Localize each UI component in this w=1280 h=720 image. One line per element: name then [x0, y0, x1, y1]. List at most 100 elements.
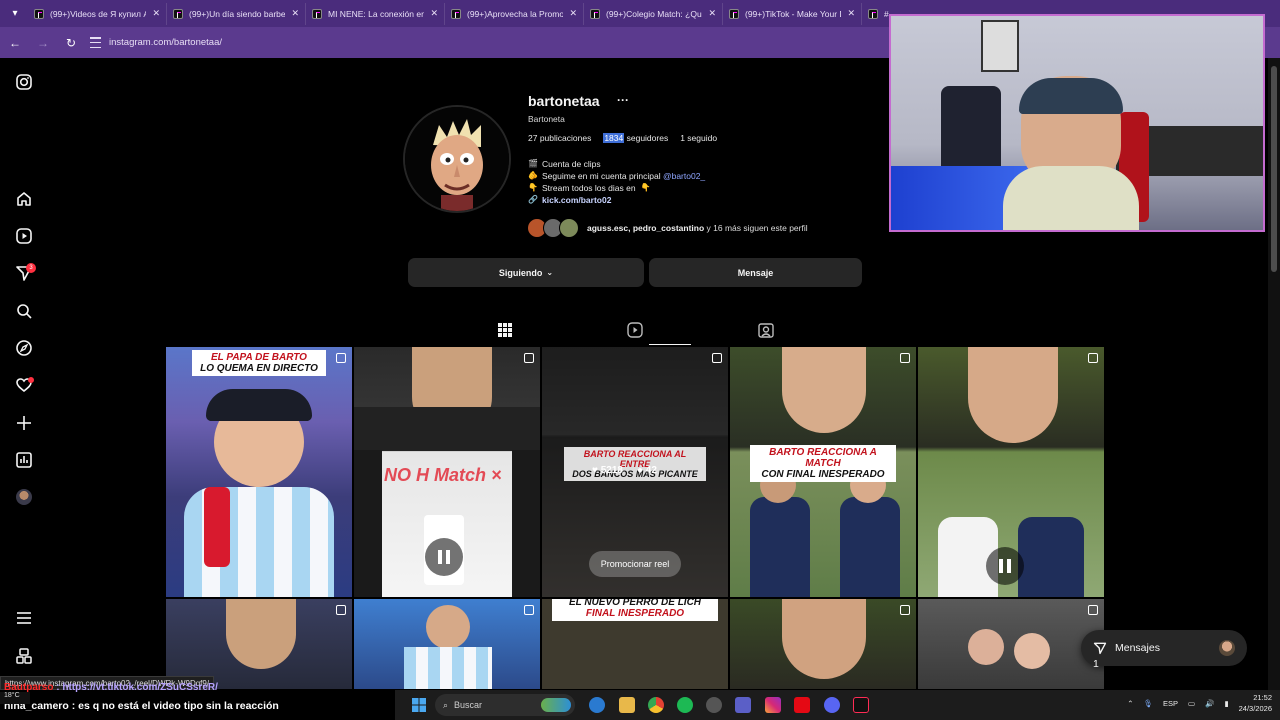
- clock[interactable]: 21:52 24/3/2026: [1239, 692, 1272, 714]
- dashboard-icon[interactable]: [15, 451, 33, 469]
- promote-reel-button[interactable]: Promocionar reel: [589, 551, 681, 577]
- reel-thumbnail[interactable]: BARTO REACCIONA A MATCH CON FINAL INESPER…: [730, 347, 916, 597]
- reel-indicator-icon: [900, 353, 910, 363]
- bio-line-1: Cuenta de clips: [542, 159, 601, 169]
- forward-icon[interactable]: →: [36, 36, 50, 50]
- posts-grid-icon[interactable]: [497, 322, 513, 338]
- reel-thumbnail[interactable]: BARTO REACCIONA AL ENTRE DOS BANCOS MAS P…: [542, 347, 728, 597]
- tab-menu-icon[interactable]: ▾: [6, 5, 24, 23]
- spotify-icon[interactable]: [677, 697, 693, 713]
- windows-start-icon[interactable]: [411, 697, 427, 713]
- pointing-icon: 🫵: [528, 171, 538, 180]
- meta-apps-icon[interactable]: [15, 647, 33, 665]
- pause-icon[interactable]: [986, 547, 1024, 585]
- chrome-icon[interactable]: [648, 697, 664, 713]
- explore-icon[interactable]: [15, 339, 33, 357]
- reel-thumbnail[interactable]: [730, 599, 916, 689]
- back-icon[interactable]: ←: [8, 36, 22, 50]
- site-settings-icon[interactable]: [90, 37, 101, 48]
- reload-icon[interactable]: ↻: [64, 36, 78, 50]
- followed-by[interactable]: aguss.esc, pedro_costantino y 16 más sig…: [527, 218, 808, 238]
- weather-widget[interactable]: 18°C: [0, 692, 30, 704]
- edge-icon[interactable]: [589, 697, 605, 713]
- active-tab-indicator: [649, 344, 691, 345]
- caption-line: BARTO REACCIONA A MATCH: [769, 447, 877, 469]
- profile-bio: 🎬 Cuenta de clips 🫵 Seguime en mi cuenta p…: [528, 158, 705, 206]
- instagram-app-icon[interactable]: [765, 697, 781, 713]
- thumb-person: [1018, 517, 1084, 597]
- caption-line: EL PAPA DE BARTO: [211, 352, 307, 363]
- reels-icon[interactable]: [15, 227, 33, 245]
- followed-by-names: aguss.esc, pedro_costantino: [587, 223, 705, 233]
- followers-link[interactable]: 1834 seguidores: [603, 133, 668, 143]
- clapperboard-icon: 🎬: [528, 159, 538, 168]
- message-button[interactable]: Mensaje: [649, 258, 862, 287]
- reel-thumbnail[interactable]: [918, 347, 1104, 597]
- search-icon: ⌕: [443, 699, 449, 710]
- thumb-face: [968, 347, 1058, 443]
- browser-tab[interactable]: (99+)Colegio Match: ¿Quién ✕: [584, 2, 723, 25]
- following-button[interactable]: Siguiendo ⌄: [408, 258, 644, 287]
- chevron-up-icon[interactable]: ⌃: [1127, 699, 1133, 708]
- cam-shirt: [1003, 166, 1139, 230]
- reel-thumbnail[interactable]: NO H Match ×: [354, 347, 540, 597]
- search-icon[interactable]: [15, 302, 33, 320]
- close-tab-icon[interactable]: ✕: [847, 8, 855, 19]
- bio-link[interactable]: kick.com/barto02: [542, 194, 611, 206]
- discord-icon[interactable]: [824, 697, 840, 713]
- close-tab-icon[interactable]: ✕: [708, 8, 716, 19]
- volume-icon[interactable]: 🔊: [1205, 699, 1214, 708]
- netflix-icon[interactable]: [794, 697, 810, 713]
- network-icon[interactable]: ▭: [1188, 699, 1195, 708]
- profile-avatar[interactable]: [403, 105, 511, 213]
- github-icon[interactable]: [706, 697, 722, 713]
- url-text: instagram.com/bartonetaa/: [109, 37, 223, 48]
- tiktok-app-icon[interactable]: [853, 697, 869, 713]
- language-indicator[interactable]: ESP: [1163, 699, 1178, 708]
- thumb-face: [782, 347, 866, 433]
- notifications-dot: [28, 377, 34, 383]
- taskbar-search[interactable]: ⌕ Buscar: [435, 694, 575, 716]
- tiktok-icon: [173, 8, 183, 19]
- browser-tab[interactable]: MI NENE: La conexión entre ✕: [306, 2, 445, 25]
- close-tab-icon[interactable]: ✕: [152, 8, 160, 19]
- browser-tab[interactable]: (99+)Videos de Я купил Альфа ✕: [28, 2, 167, 25]
- battery-icon[interactable]: ▮: [1224, 699, 1228, 708]
- reels-tab-icon[interactable]: [627, 322, 643, 338]
- tagged-tab-icon[interactable]: [758, 322, 774, 338]
- caption-line: EL NUEVO PERRO DE LICH: [568, 599, 702, 608]
- browser-tab[interactable]: (99+)Un día siendo barbero ✕: [167, 2, 306, 25]
- link-icon: 🔗: [528, 195, 538, 204]
- bio-mention[interactable]: @barto02_: [663, 171, 705, 181]
- messages-avatar: [1219, 640, 1235, 656]
- reel-thumbnail[interactable]: [354, 599, 540, 689]
- chat-message: hina_camero : es q no está el video tipo…: [4, 700, 279, 712]
- menu-icon[interactable]: [15, 609, 33, 627]
- clock-time: 21:52: [1253, 693, 1272, 702]
- close-tab-icon[interactable]: ✕: [291, 8, 299, 19]
- microphone-icon[interactable]: 🎙: [1144, 699, 1154, 708]
- reel-thumbnail[interactable]: EL PAPA DE BARTO LO QUEMA EN DIRECTO: [166, 347, 352, 597]
- profile-avatar-icon[interactable]: [16, 489, 32, 505]
- more-options-icon[interactable]: ···: [617, 93, 629, 107]
- pause-icon[interactable]: [425, 538, 463, 576]
- profile-stats: 27 publicaciones 1834 seguidores 1 segui…: [528, 133, 717, 143]
- messages-button[interactable]: 1 Mensajes: [1081, 630, 1247, 670]
- browser-tab[interactable]: (99+)TikTok - Make Your Day ✕: [723, 2, 862, 25]
- reel-thumbnail[interactable]: EL NUEVO PERRO DE LICH FINAL INESPERADO: [542, 599, 728, 689]
- create-icon[interactable]: [15, 414, 33, 432]
- thumb-face: [226, 599, 296, 669]
- close-tab-icon[interactable]: ✕: [569, 8, 577, 19]
- browser-tab[interactable]: (99+)Aprovecha la Promoción ✕: [445, 2, 584, 25]
- home-icon[interactable]: [15, 190, 33, 208]
- tab-title: (99+)Videos de Я купил Альфа: [50, 8, 146, 19]
- url-field[interactable]: instagram.com/bartonetaa/: [90, 37, 222, 48]
- reel-thumbnail[interactable]: [918, 599, 1104, 689]
- following-link[interactable]: 1 seguido: [680, 133, 717, 143]
- teams-icon[interactable]: [735, 697, 751, 713]
- close-tab-icon[interactable]: ✕: [430, 8, 438, 19]
- file-explorer-icon[interactable]: [619, 697, 635, 713]
- thumb-face: [782, 599, 866, 679]
- page-scrollbar-thumb[interactable]: [1271, 66, 1277, 272]
- instagram-icon[interactable]: [15, 73, 33, 91]
